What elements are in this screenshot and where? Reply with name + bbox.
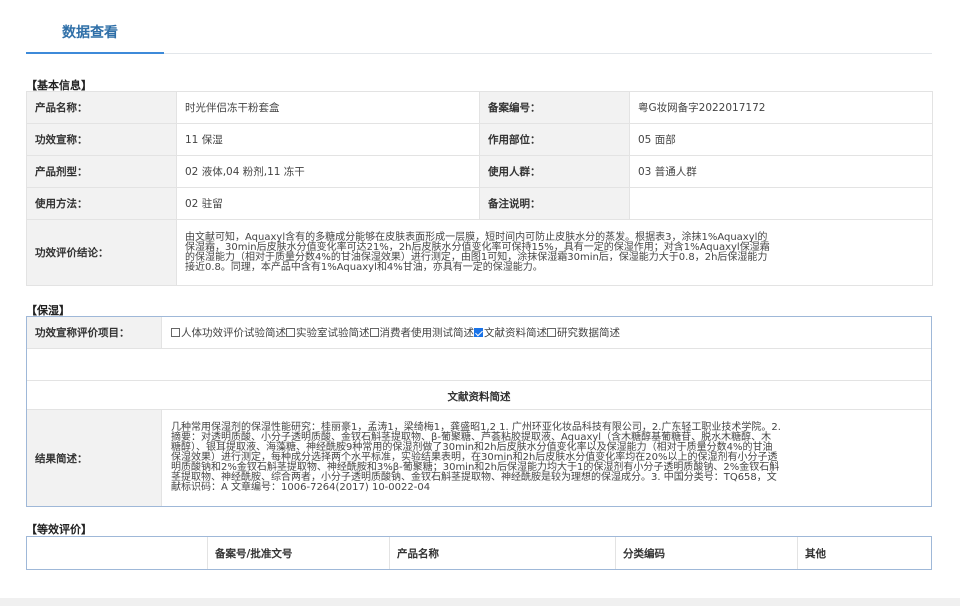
evaluation-checkbox-group: 人体功效评价试验简述 实验室试验简述 消费者使用测试简述 文献资料简述 研究数据简述	[163, 317, 931, 348]
checkbox-unchecked-icon[interactable]	[286, 328, 295, 337]
header-filing-number: 备案号/批准文号	[215, 547, 293, 560]
label-evaluation-items: 功效宣称评价项目：	[27, 317, 162, 348]
checkbox-label: 实验室试验简述	[296, 327, 370, 339]
header-other: 其他	[805, 547, 826, 560]
literature-summary-title: 文献资料简述	[447, 391, 511, 403]
conclusion-text: 由文献可知，Aquaxyl含有的多糖成分能够在皮肤表面形成一层膜，短时间内可防止…	[185, 231, 770, 273]
value-efficacy-conclusion: 由文献可知，Aquaxyl含有的多糖成分能够在皮肤表面形成一层膜，短时间内可防止…	[176, 219, 933, 286]
label-product-name: 产品名称：	[26, 91, 177, 124]
basic-info-table: 产品名称： 时光伴侣冻干粉套盒 备案编号： 粤G妆网备字2022017172 功…	[26, 91, 933, 286]
value-target-users: 03 普通人群	[629, 155, 933, 188]
checkbox-unchecked-icon[interactable]	[547, 328, 556, 337]
checkbox-label: 研究数据简述	[557, 327, 620, 339]
label-dosage-form: 产品剂型：	[26, 155, 177, 188]
evaluation-checkbox-item[interactable]: 实验室试验简述	[286, 325, 370, 340]
result-row: 结果简述： 几种常用保湿剂的保湿性能研究：桂丽豪1，孟涛1，梁绮梅1，龚盛昭1,…	[27, 410, 931, 506]
checkbox-checked-icon[interactable]	[474, 328, 483, 337]
evaluation-checkbox-item[interactable]: 文献资料简述	[474, 325, 547, 340]
evaluation-checkbox-item[interactable]: 人体功效评价试验简述	[171, 325, 286, 340]
basic-row-conclusion: 功效评价结论： 由文献可知，Aquaxyl含有的多糖成分能够在皮肤表面形成一层膜…	[26, 219, 933, 286]
label-remarks: 备注说明：	[479, 187, 630, 220]
empty-row	[27, 349, 931, 381]
result-summary-text: 几种常用保湿剂的保湿性能研究：桂丽豪1，孟涛1，梁绮梅1，龚盛昭1,2 1. 广…	[171, 422, 781, 493]
evaluation-checkbox-item[interactable]: 研究数据简述	[547, 325, 620, 340]
result-summary-cell: 几种常用保湿剂的保湿性能研究：桂丽豪1，孟涛1，梁绮梅1，龚盛昭1,2 1. 广…	[163, 410, 931, 506]
equivalent-eval-table: 备案号/批准文号 产品名称 分类编码 其他	[26, 536, 932, 570]
basic-row-usage: 使用方法： 02 驻留 备注说明：	[26, 187, 933, 220]
checkbox-label: 文献资料简述	[484, 327, 547, 339]
tab-bar: 数据查看	[26, 0, 932, 54]
moisturizing-panel: 功效宣称评价项目： 人体功效评价试验简述 实验室试验简述 消费者使用测试简述 文献资料…	[26, 316, 932, 507]
tab-active-underline	[26, 52, 164, 54]
equivalent-eval-title: 【等效评价】	[26, 523, 92, 536]
label-usage-method: 使用方法：	[26, 187, 177, 220]
value-application-site: 05 面部	[629, 123, 933, 156]
basic-row-product-name: 产品名称： 时光伴侣冻干粉套盒 备案编号： 粤G妆网备字2022017172	[26, 91, 933, 124]
value-efficacy-claim: 11 保湿	[176, 123, 480, 156]
evaluation-checkbox-item[interactable]: 消费者使用测试简述	[369, 325, 475, 340]
header-product-name: 产品名称	[397, 547, 439, 560]
header-category-code: 分类编码	[623, 547, 665, 560]
checkbox-label: 人体功效评价试验简述	[181, 327, 286, 339]
value-dosage-form: 02 液体,04 粉剂,11 冻干	[176, 155, 480, 188]
page-bottom-bar	[0, 598, 960, 606]
basic-row-dosage-form: 产品剂型： 02 液体,04 粉剂,11 冻干 使用人群： 03 普通人群	[26, 155, 933, 188]
evaluation-items-row: 功效宣称评价项目： 人体功效评价试验简述 实验室试验简述 消费者使用测试简述 文献资料…	[27, 317, 931, 349]
label-target-users: 使用人群：	[479, 155, 630, 188]
value-filing-number: 粤G妆网备字2022017172	[629, 91, 933, 124]
basic-row-efficacy: 功效宣称： 11 保湿 作用部位： 05 面部	[26, 123, 933, 156]
value-product-name: 时光伴侣冻干粉套盒	[176, 91, 480, 124]
label-result-summary: 结果简述：	[27, 410, 162, 506]
label-filing-number: 备案编号：	[479, 91, 630, 124]
tab-data-view[interactable]: 数据查看	[26, 0, 164, 54]
label-efficacy-conclusion: 功效评价结论：	[26, 219, 177, 286]
checkbox-label: 消费者使用测试简述	[379, 327, 475, 339]
value-remarks	[629, 187, 933, 220]
checkbox-unchecked-icon[interactable]	[369, 328, 379, 337]
label-application-site: 作用部位：	[479, 123, 630, 156]
label-efficacy-claim: 功效宣称：	[26, 123, 177, 156]
value-usage-method: 02 驻留	[176, 187, 480, 220]
checkbox-unchecked-icon[interactable]	[171, 328, 180, 337]
